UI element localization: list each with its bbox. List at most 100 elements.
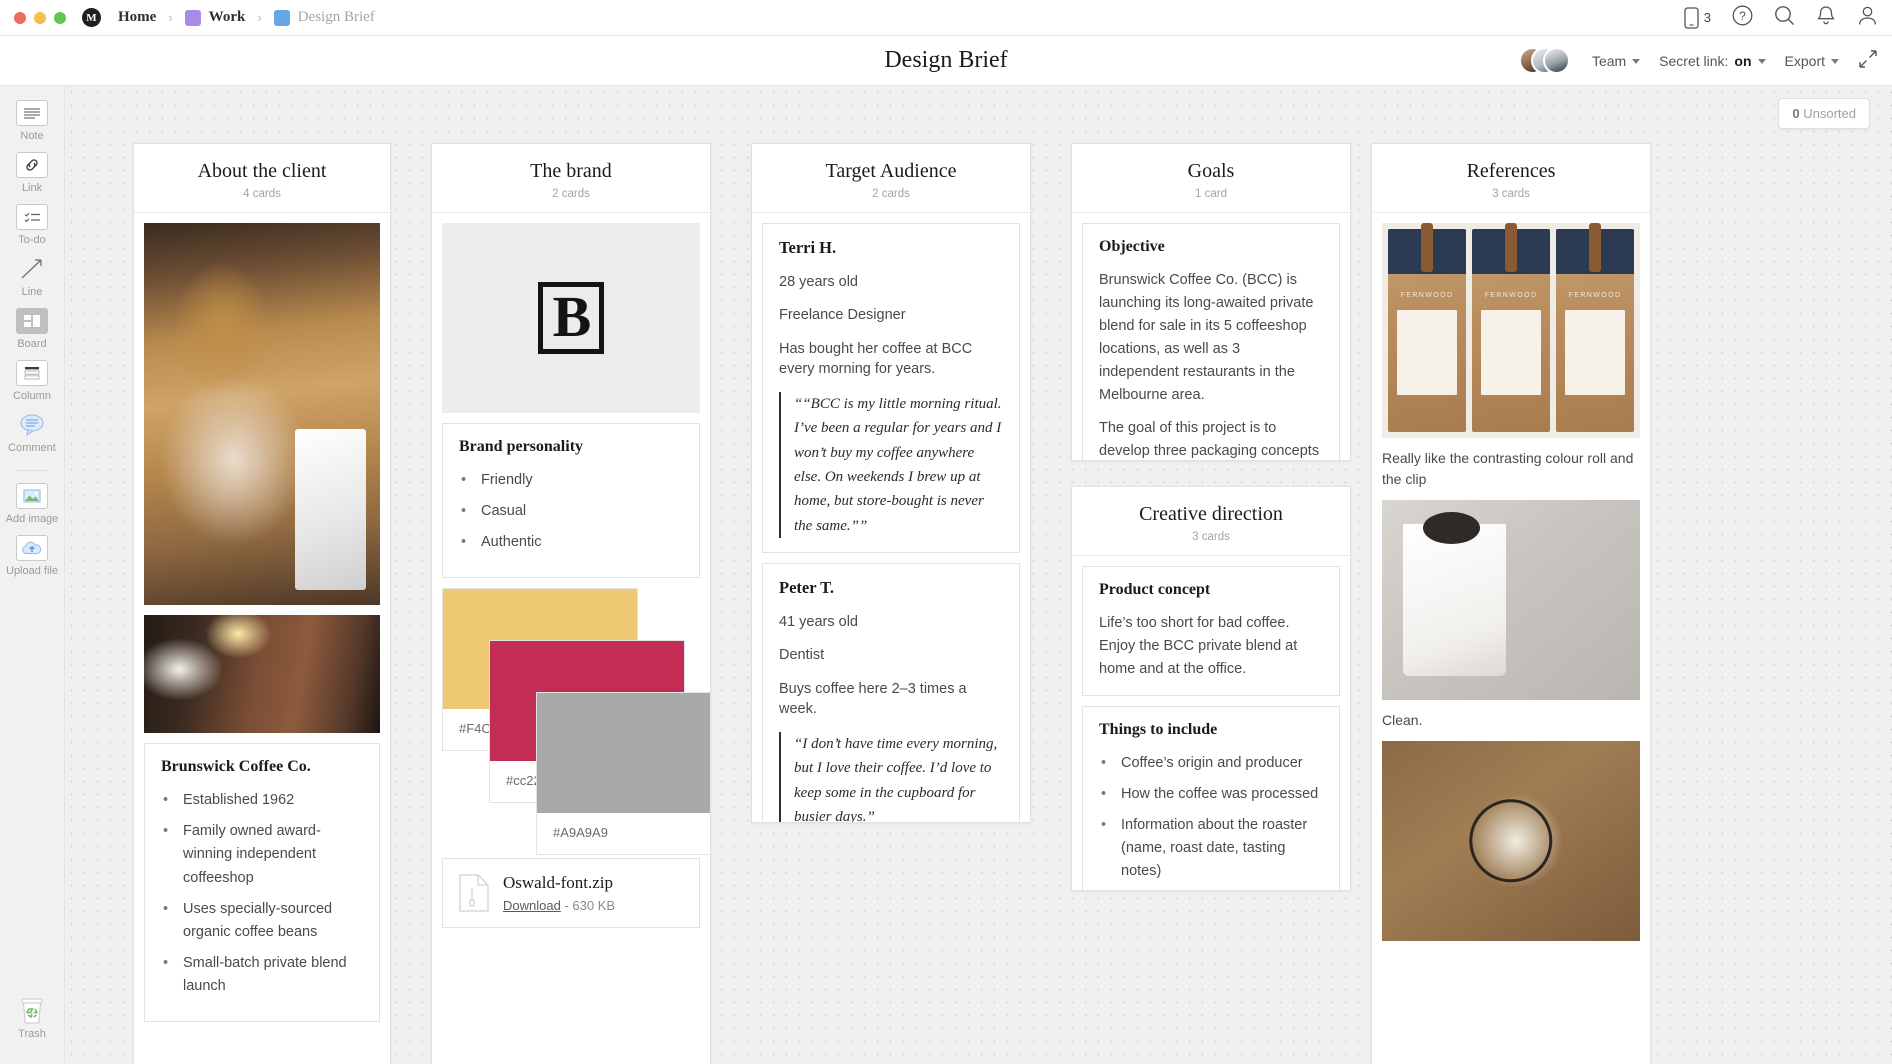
bag-clip [1420,223,1434,272]
team-dropdown[interactable]: Team [1591,53,1641,69]
bag-clip [1504,223,1518,272]
card-brunswick-coffee[interactable]: Brunswick Coffee Co. Established 1962 Fa… [144,743,380,1022]
column-references[interactable]: References 3 cards FERNWOOD FERNWOOD FER… [1371,143,1651,1064]
file-separator: - [560,897,573,913]
card-photo-batch[interactable] [1382,500,1640,700]
column-card-count: 2 cards [872,188,910,200]
sidebar-item-trash[interactable]: Trash [0,998,64,1040]
column-body: Brunswick Coffee Co. Established 1962 Fa… [134,213,390,1064]
card-photo-barista[interactable] [144,223,380,605]
chevron-down-icon [1632,58,1641,64]
unsorted-label: Unsorted [1803,106,1856,121]
column-header: About the client 4 cards [134,144,390,213]
sidebar-item-todo[interactable]: To-do [0,204,64,246]
top-bar-actions: 3 ? [1684,5,1878,31]
card-color-swatches[interactable]: #F4C76A #cc2244 #A9A9A9 [442,587,710,855]
sidebar-item-upload-file[interactable]: Upload file [0,535,64,577]
bag-label [1481,310,1541,396]
sidebar-item-add-image[interactable]: Add image [0,483,64,525]
page-title: Design Brief [884,47,1008,73]
column-body: Product concept Life’s too short for bad… [1072,556,1350,890]
breadcrumb-item-home[interactable]: Home [118,9,156,26]
sidebar-item-line[interactable]: Line [0,256,64,298]
bag-label [1565,310,1625,396]
avatar[interactable] [1542,47,1570,74]
list-item: Information about the roaster (name, roa… [1099,814,1323,884]
card-paragraph: The goal of this project is to develop t… [1099,420,1320,460]
collaborator-avatars[interactable] [1518,47,1573,75]
breadcrumb-item-design-brief[interactable]: Design Brief [298,9,375,26]
board-canvas[interactable]: 0 Unsorted About the client 4 cards Brun… [65,86,1892,1064]
column-card-count: 3 cards [1492,188,1530,200]
secret-link-label: Secret link: [1659,53,1729,69]
persona-age: 41 years old [779,613,858,630]
card-font-file[interactable]: Oswald-font.zip Download - 630 KB [442,857,700,928]
top-bar: M Home › Work › Design Brief 3 ? [0,0,1892,36]
sidebar-item-link[interactable]: Link [0,152,64,194]
breadcrumb-color-design-brief [273,9,290,26]
maximize-window-button[interactable] [54,11,66,24]
card-list: Established 1962 Family owned award-winn… [161,789,363,999]
card-photo-static[interactable] [1382,741,1640,941]
column-header: Target Audience 2 cards [752,144,1030,213]
card-photo-interior[interactable] [144,615,380,733]
card-photo-coffee-bags[interactable]: FERNWOOD FERNWOOD FERNWOOD [1382,223,1640,438]
color-chip [537,692,710,813]
sidebar-item-label: To-do [18,234,46,246]
sidebar-item-note[interactable]: Note [0,100,64,142]
sidebar-item-label: Comment [8,442,56,454]
search-icon[interactable] [1774,5,1795,31]
secret-link-dropdown[interactable]: Secret link: on [1659,53,1766,69]
mobile-icon[interactable]: 3 [1684,6,1711,29]
sidebar-item-board[interactable]: Board [0,308,64,350]
card-objective[interactable]: Objective Brunswick Coffee Co. (BCC) is … [1082,223,1340,460]
expand-icon[interactable] [1858,49,1878,74]
window-controls [14,11,66,24]
column-header: Goals 1 card [1072,144,1350,213]
card-persona-terri[interactable]: Terri H. 28 years old Freelance Designer… [762,223,1020,553]
card-heading: Brunswick Coffee Co. [161,758,311,775]
column-creative-direction[interactable]: Creative direction 3 cards Product conce… [1071,486,1351,891]
close-window-button[interactable] [14,11,26,24]
swatch-card[interactable]: #A9A9A9 [536,691,710,855]
help-icon[interactable]: ? [1732,5,1753,31]
breadcrumb-item-work[interactable]: Work [209,9,246,26]
account-icon[interactable] [1857,5,1878,31]
column-card-count: 2 cards [552,188,590,200]
notifications-icon[interactable] [1816,5,1836,31]
sidebar-item-column[interactable]: Column [0,360,64,402]
column-card-count: 3 cards [1192,531,1230,543]
column-the-brand[interactable]: The brand 2 cards B Brand personality Fr… [431,143,711,1064]
reference-caption: Really like the contrasting colour roll … [1382,450,1634,487]
download-link[interactable]: Download [503,898,561,913]
coffee-bag: FERNWOOD [1556,223,1634,432]
board-icon [16,308,48,334]
file-name: Oswald-font.zip [503,872,614,892]
file-meta: Download - 630 KB [503,898,615,913]
column-target-audience[interactable]: Target Audience 2 cards Terri H. 28 year… [751,143,1031,823]
file-size: 630 KB [572,897,616,913]
card-brand-logo[interactable]: B [442,223,700,413]
card-product-concept[interactable]: Product concept Life’s too short for bad… [1082,566,1340,696]
column-title: About the client [197,160,327,182]
team-label: Team [1591,53,1627,69]
header-actions: Team Secret link: on Export [1518,36,1878,86]
column-goals[interactable]: Goals 1 card Objective Brunswick Coffee … [1071,143,1351,461]
list-item: Uses specially-sourced organic coffee be… [161,898,363,944]
persona-age: 28 years old [779,274,858,290]
unsorted-badge[interactable]: 0 Unsorted [1778,98,1870,129]
card-brand-personality[interactable]: Brand personality Friendly Casual Authen… [442,423,700,578]
export-dropdown[interactable]: Export [1785,53,1839,69]
swatch-hex-label: #A9A9A9 [553,824,608,840]
card-persona-peter[interactable]: Peter T. 41 years old Dentist Buys coffe… [762,562,1020,822]
chevron-down-icon [1831,58,1839,64]
app-logo-icon[interactable]: M [82,8,101,27]
minimize-window-button[interactable] [34,11,46,24]
card-things-to-include[interactable]: Things to include Coffee’s origin and pr… [1082,705,1340,890]
column-about-the-client[interactable]: About the client 4 cards Brunswick Coffe… [133,143,391,1064]
list-item: Friendly [459,469,683,492]
column-icon [16,360,48,386]
sidebar-item-label: Trash [18,1028,46,1040]
column-body: FERNWOOD FERNWOOD FERNWOOD Really like t… [1372,213,1650,1064]
sidebar-item-comment[interactable]: Comment [0,412,64,454]
